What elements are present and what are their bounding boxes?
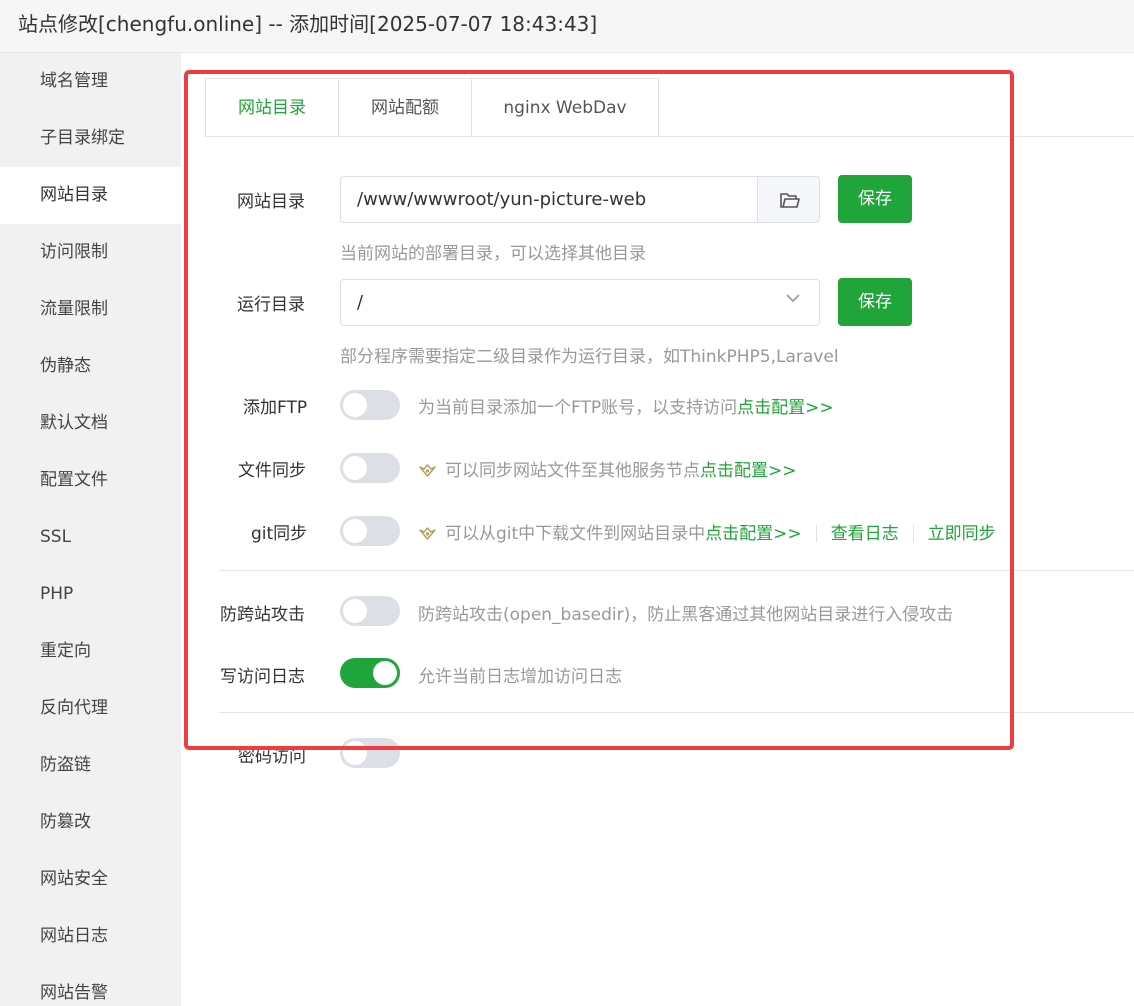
- sidebar-item-site-alert[interactable]: 网站告警: [0, 965, 181, 1006]
- sidebar-item-rewrite[interactable]: 伪静态: [0, 338, 181, 395]
- tab-nginx-webdav[interactable]: nginx WebDav: [471, 78, 659, 137]
- ftp-label: 添加FTP: [243, 398, 308, 418]
- sidebar-item-config-file[interactable]: 配置文件: [0, 452, 181, 509]
- git-sync-desc-text: 可以从git中下载文件到网站目录中: [445, 524, 706, 544]
- file-sync-desc-text: 可以同步网站文件至其他服务节点: [445, 461, 700, 481]
- run-dir-save-button[interactable]: 保存: [838, 278, 912, 326]
- section-divider: [219, 570, 1134, 571]
- toggle-knob: [343, 393, 367, 417]
- toggle-knob: [343, 519, 367, 543]
- file-sync-toggle[interactable]: [340, 453, 400, 483]
- site-dir-input[interactable]: /www/wwwroot/yun-picture-web: [340, 176, 758, 223]
- git-sync-now-link[interactable]: 立即同步: [928, 524, 996, 544]
- window-title: 站点修改[chengfu.online] -- 添加时间[2025-07-07 …: [18, 12, 598, 36]
- toggle-knob: [343, 741, 367, 765]
- link-separator: [815, 525, 817, 542]
- tab-site-dir[interactable]: 网站目录: [205, 78, 339, 137]
- sidebar-item-access-limit[interactable]: 访问限制: [0, 224, 181, 281]
- sidebar-item-redirect[interactable]: 重定向: [0, 623, 181, 680]
- sidebar-item-domain[interactable]: 域名管理: [0, 53, 181, 110]
- sidebar-item-site-security[interactable]: 网站安全: [0, 851, 181, 908]
- password-access-toggle[interactable]: [340, 738, 400, 768]
- folder-icon: [780, 193, 800, 208]
- git-sync-label: git同步: [251, 524, 308, 544]
- sidebar-item-hotlink[interactable]: 防盗链: [0, 737, 181, 794]
- ftp-desc: 为当前目录添加一个FTP账号，以支持访问点击配置>>: [418, 393, 834, 418]
- sidebar-item-traffic-limit[interactable]: 流量限制: [0, 281, 181, 338]
- toggle-knob: [373, 661, 397, 685]
- tab-divider: [205, 136, 1134, 137]
- access-log-label: 写访问日志: [220, 667, 305, 687]
- anti-cross-desc: 防跨站攻击(open_basedir)，防止黑客通过其他网站目录进行入侵攻击: [418, 605, 954, 625]
- access-log-desc: 允许当前日志增加访问日志: [418, 667, 622, 687]
- sidebar-item-site-dir[interactable]: 网站目录: [0, 167, 181, 224]
- ftp-config-link[interactable]: 点击配置>>: [737, 398, 834, 418]
- window-titlebar: 站点修改[chengfu.online] -- 添加时间[2025-07-07 …: [0, 0, 1134, 53]
- sidebar-item-ssl[interactable]: SSL: [0, 509, 181, 566]
- run-dir-select[interactable]: /: [340, 279, 820, 326]
- file-sync-config-link[interactable]: 点击配置>>: [700, 461, 797, 481]
- file-sync-desc: 可以同步网站文件至其他服务节点点击配置>>: [418, 456, 797, 481]
- git-sync-desc: 可以从git中下载文件到网站目录中点击配置>> 查看日志 立即同步: [418, 519, 996, 544]
- tab-site-quota[interactable]: 网站配额: [338, 78, 472, 137]
- run-dir-label: 运行目录: [237, 295, 305, 315]
- git-sync-config-link[interactable]: 点击配置>>: [705, 524, 802, 544]
- ftp-desc-text: 为当前目录添加一个FTP账号，以支持访问: [418, 398, 738, 418]
- folder-picker-button[interactable]: [757, 176, 820, 223]
- crown-icon: [419, 527, 436, 540]
- site-dir-save-button[interactable]: 保存: [838, 175, 912, 223]
- anti-cross-label: 防跨站攻击: [220, 605, 305, 625]
- section-divider: [219, 712, 1134, 713]
- toggle-knob: [343, 599, 367, 623]
- crown-icon: [419, 464, 436, 477]
- sidebar-item-tamper-proof[interactable]: 防篡改: [0, 794, 181, 851]
- chevron-down-icon: [786, 294, 800, 303]
- git-view-log-link[interactable]: 查看日志: [831, 524, 899, 544]
- run-dir-hint: 部分程序需要指定二级目录作为运行目录，如ThinkPHP5,Laravel: [340, 347, 839, 367]
- sidebar-item-default-doc[interactable]: 默认文档: [0, 395, 181, 452]
- site-dir-label: 网站目录: [237, 192, 305, 212]
- toggle-knob: [343, 456, 367, 480]
- link-separator: [912, 525, 914, 542]
- file-sync-label: 文件同步: [238, 461, 306, 481]
- access-log-toggle[interactable]: [340, 658, 400, 688]
- password-access-label: 密码访问: [238, 747, 306, 767]
- sidebar: 域名管理 子目录绑定 网站目录 访问限制 流量限制 伪静态 默认文档 配置文件 …: [0, 53, 181, 1006]
- sidebar-item-site-log[interactable]: 网站日志: [0, 908, 181, 965]
- anti-cross-toggle[interactable]: [340, 596, 400, 626]
- sidebar-item-reverse-proxy[interactable]: 反向代理: [0, 680, 181, 737]
- sidebar-item-php[interactable]: PHP: [0, 566, 181, 623]
- site-dir-hint: 当前网站的部署目录，可以选择其他目录: [340, 244, 646, 264]
- sidebar-item-subdir-binding[interactable]: 子目录绑定: [0, 110, 181, 167]
- git-sync-toggle[interactable]: [340, 516, 400, 546]
- ftp-toggle[interactable]: [340, 390, 400, 420]
